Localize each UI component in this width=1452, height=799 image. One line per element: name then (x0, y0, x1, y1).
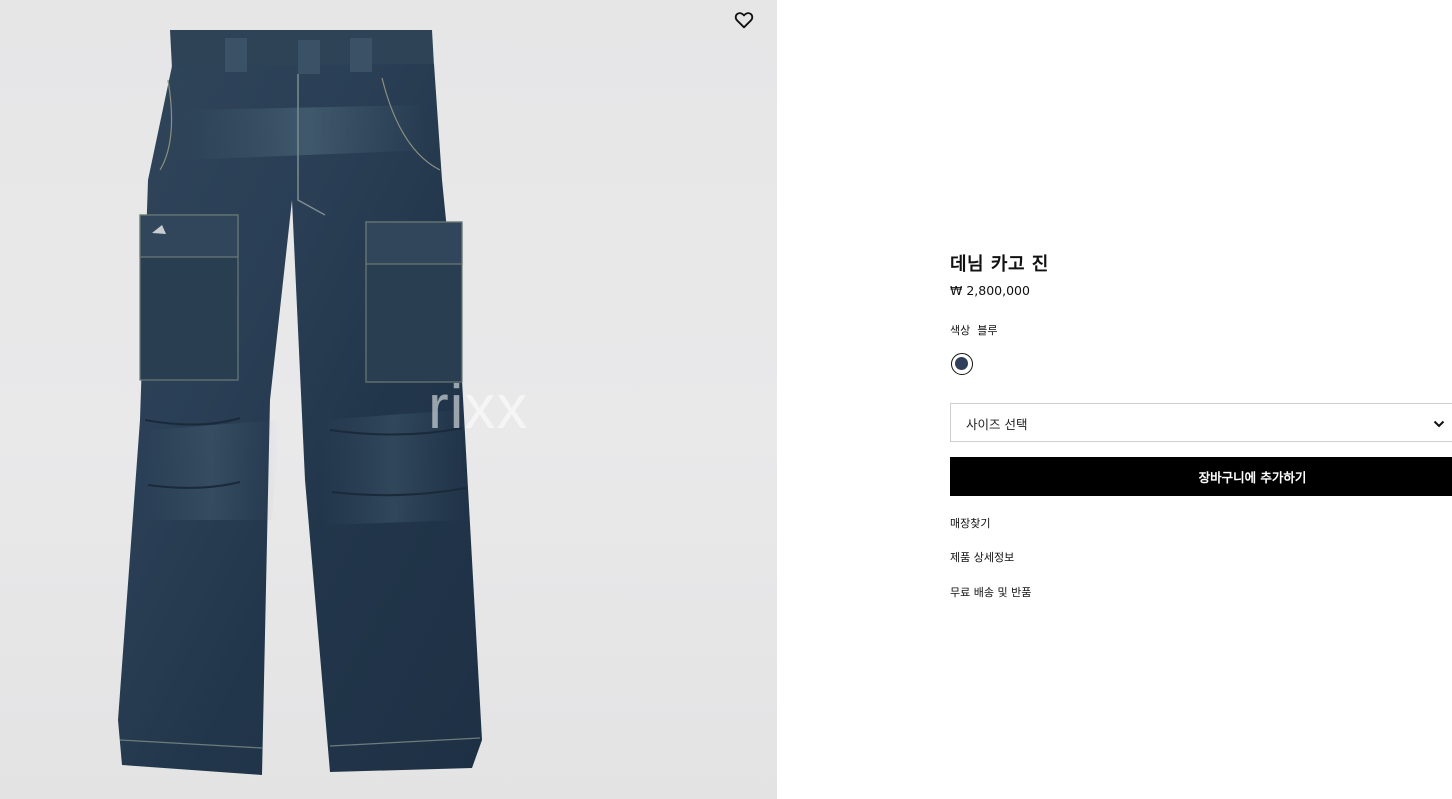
product-price: ₩ 2,800,000 (950, 283, 1030, 298)
product-details-link[interactable]: 제품 상세정보 (950, 549, 1014, 565)
shipping-returns-link[interactable]: 무료 배송 및 반품 (950, 584, 1031, 600)
size-select[interactable]: 사이즈 선택 (950, 403, 1452, 442)
chevron-down-icon (1433, 420, 1445, 428)
product-title: 데님 카고 진 (950, 254, 1049, 275)
color-swatch-blue[interactable] (951, 353, 973, 375)
color-label: 색상 (950, 324, 971, 337)
product-gallery: rixx (0, 0, 777, 799)
product-page: rixx 데님 카고 진 ₩ 2,800,000 색상 블루 사이즈 선택 장바구… (0, 0, 1452, 799)
add-to-cart-label: 장바구니에 추가하기 (1198, 470, 1307, 485)
color-row: 색상 블루 (950, 322, 998, 338)
color-value: 블루 (977, 324, 998, 337)
find-store-link[interactable]: 매장찾기 (950, 515, 990, 531)
swatch-fill (955, 357, 968, 370)
wishlist-heart-icon[interactable] (733, 9, 755, 31)
product-info: 데님 카고 진 ₩ 2,800,000 색상 블루 사이즈 선택 장바구니에 추가… (950, 0, 1452, 799)
size-select-placeholder: 사이즈 선택 (966, 417, 1028, 432)
watermark: rixx (428, 373, 529, 442)
add-to-cart-button[interactable]: 장바구니에 추가하기 (950, 457, 1452, 496)
product-image (118, 30, 482, 775)
